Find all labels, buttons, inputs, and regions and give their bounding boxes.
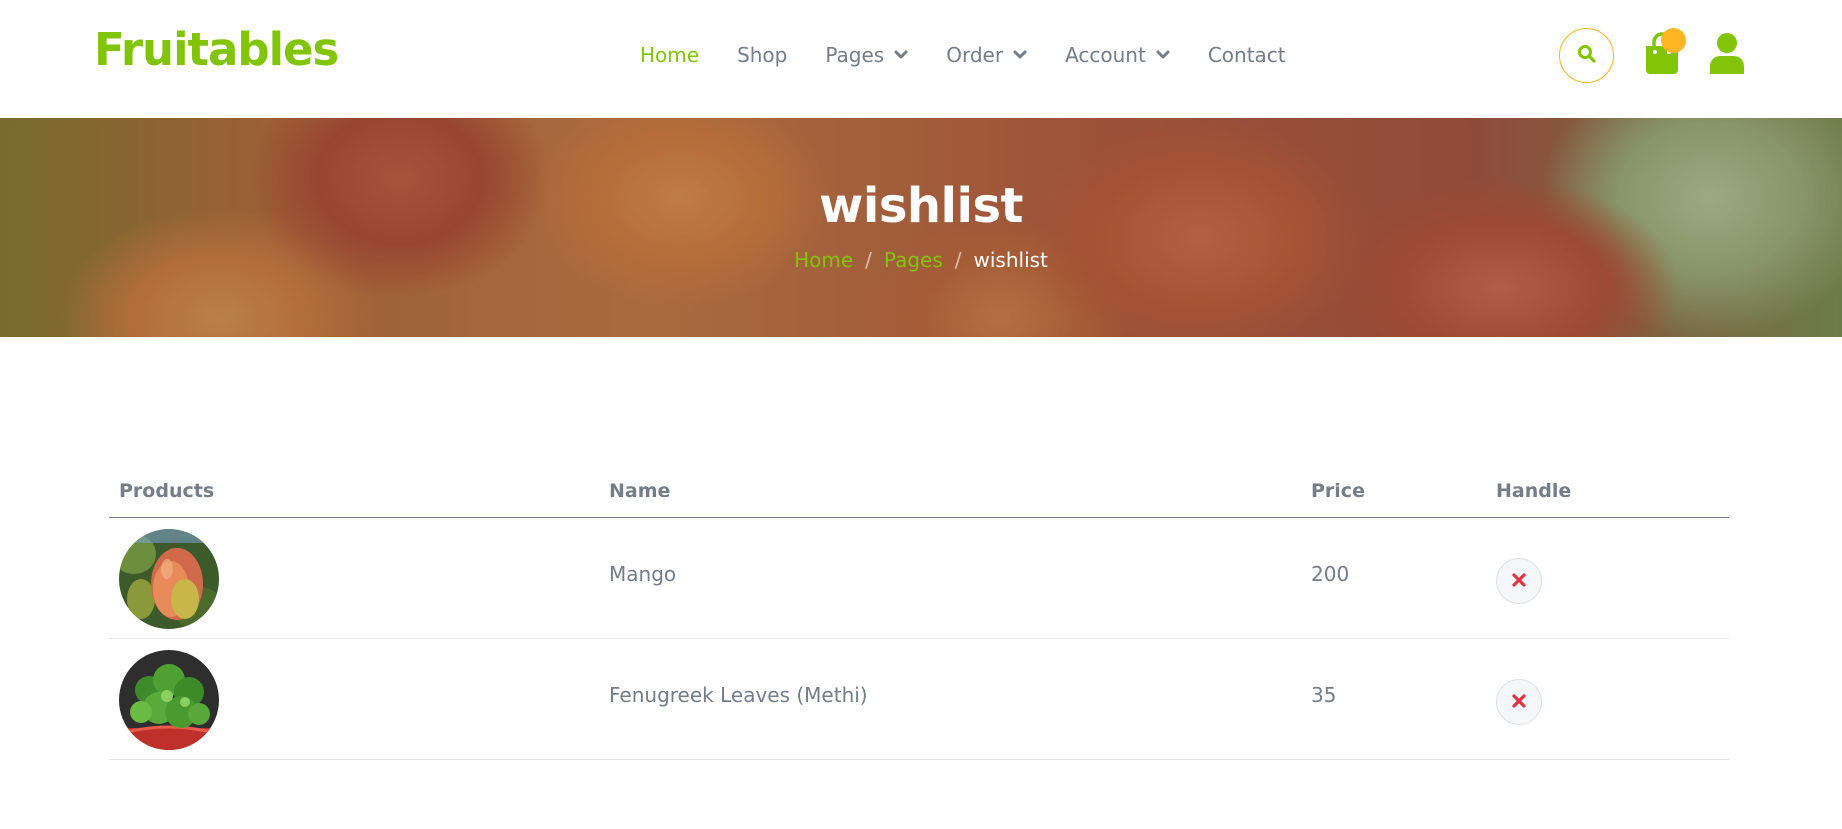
nav-item-shop[interactable]: Shop xyxy=(737,43,787,67)
search-button[interactable] xyxy=(1559,28,1614,83)
close-icon xyxy=(1512,572,1526,591)
search-icon xyxy=(1577,44,1597,68)
breadcrumb: Home / Pages / wishlist xyxy=(0,248,1842,272)
cart-count-badge xyxy=(1661,28,1686,53)
column-header-name: Name xyxy=(609,480,671,502)
column-header-price: Price xyxy=(1311,480,1365,502)
product-image-mango xyxy=(119,529,219,629)
breadcrumb-current: wishlist xyxy=(973,248,1048,272)
nav-item-pages[interactable]: Pages xyxy=(825,43,908,67)
column-header-handle: Handle xyxy=(1496,480,1572,502)
main-nav: Home Shop Pages Order Account Contact xyxy=(640,38,1286,72)
page-hero-banner: wishlist Home / Pages / wishlist xyxy=(0,118,1842,337)
breadcrumb-separator: / xyxy=(954,248,962,272)
nav-item-label: Shop xyxy=(737,43,788,67)
table-header: Products Name Price Handle xyxy=(109,466,1729,518)
column-header-products: Products xyxy=(119,480,215,502)
user-account-button[interactable] xyxy=(1708,32,1746,76)
wishlist-table: Products Name Price Handle Mango 200 Fen… xyxy=(109,466,1729,760)
nav-item-label: Home xyxy=(640,43,700,67)
nav-item-account[interactable]: Account xyxy=(1065,43,1170,67)
product-price: 35 xyxy=(1311,683,1337,707)
breadcrumb-pages-link[interactable]: Pages xyxy=(884,248,943,272)
chevron-down-icon xyxy=(894,50,908,60)
nav-item-label: Contact xyxy=(1207,43,1286,67)
nav-item-label: Account xyxy=(1065,43,1146,67)
remove-item-button[interactable] xyxy=(1496,679,1542,725)
nav-item-home[interactable]: Home xyxy=(640,43,699,67)
user-icon xyxy=(1708,33,1746,80)
brand-logo[interactable]: Fruitables xyxy=(94,18,339,82)
nav-item-order[interactable]: Order xyxy=(946,43,1027,67)
nav-item-label: Pages xyxy=(825,43,885,67)
breadcrumb-home-link[interactable]: Home xyxy=(794,248,853,272)
product-name: Fenugreek Leaves (Methi) xyxy=(609,683,868,707)
product-price: 200 xyxy=(1311,562,1350,586)
product-image-fenugreek xyxy=(119,650,219,750)
chevron-down-icon xyxy=(1156,50,1170,60)
close-icon xyxy=(1512,693,1526,712)
chevron-down-icon xyxy=(1013,50,1027,60)
shopping-bag-icon xyxy=(1642,32,1682,80)
table-row: Fenugreek Leaves (Methi) 35 xyxy=(109,639,1729,760)
nav-item-label: Order xyxy=(946,43,1004,67)
nav-item-contact[interactable]: Contact xyxy=(1208,43,1286,67)
breadcrumb-separator: / xyxy=(865,248,872,272)
table-row: Mango 200 xyxy=(109,518,1729,639)
product-name: Mango xyxy=(609,562,677,586)
page-title: wishlist xyxy=(819,178,1023,234)
remove-item-button[interactable] xyxy=(1496,558,1542,604)
navbar: Fruitables Home Shop Pages Order Account xyxy=(0,0,1842,118)
